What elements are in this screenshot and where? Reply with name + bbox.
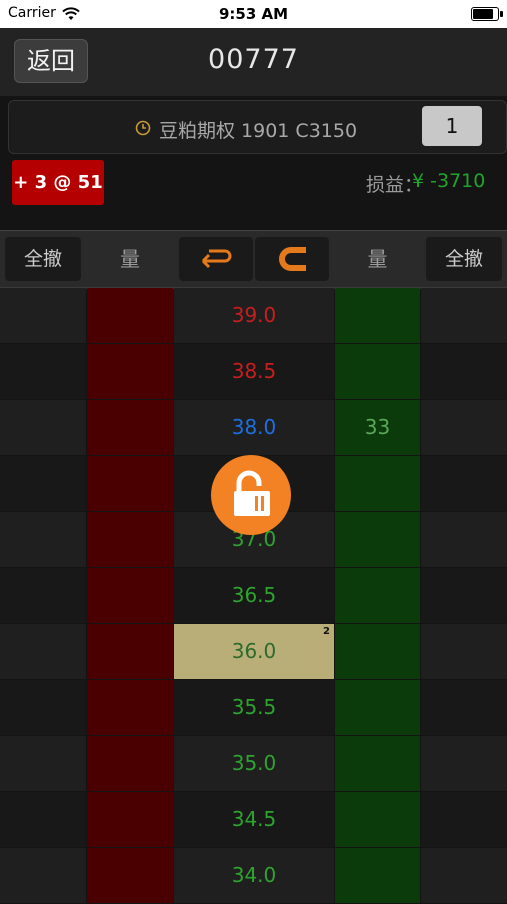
bid-volume-cell[interactable] xyxy=(335,848,420,903)
bid-volume-cell[interactable] xyxy=(335,512,420,567)
price-cell: 35.5 xyxy=(174,680,334,735)
cancel-all-sell-button[interactable]: 全撤 xyxy=(5,237,81,281)
ask-volume-cell[interactable] xyxy=(87,344,173,399)
status-bar: Carrier 9:53 AM xyxy=(0,0,507,28)
price-cell: 35.0 xyxy=(174,736,334,791)
ladder-row: 34.0 xyxy=(0,848,507,904)
ladder-row: 35.0 xyxy=(0,736,507,792)
last-trade-count: 2 xyxy=(323,626,330,637)
price-cell: 36.5 xyxy=(174,568,334,623)
bid-volume-cell[interactable] xyxy=(335,568,420,623)
sell-order-cell[interactable] xyxy=(0,456,86,511)
sell-order-cell[interactable] xyxy=(0,568,86,623)
price-cell: 39.0 xyxy=(174,288,334,343)
ladder-row: 34.5 xyxy=(0,792,507,848)
price-cell: 34.0 xyxy=(174,848,334,903)
ask-volume-cell[interactable] xyxy=(87,400,173,455)
contract-name: 豆粕期权 1901 C3150 xyxy=(159,120,358,142)
position-badge[interactable]: + 3 @ 51 xyxy=(12,160,104,205)
sell-order-cell[interactable] xyxy=(0,680,86,735)
bid-volume-cell[interactable] xyxy=(335,736,420,791)
sell-order-cell[interactable] xyxy=(0,736,86,791)
bid-volume-cell[interactable] xyxy=(335,288,420,343)
page-title: 00777 xyxy=(208,44,299,75)
center-price-button[interactable] xyxy=(255,237,329,281)
bid-volume-cell[interactable] xyxy=(335,456,420,511)
price-cell: 38.0 xyxy=(174,400,334,455)
sell-volume-header: 量 xyxy=(120,247,140,271)
ladder-row: 35.5 xyxy=(0,680,507,736)
sell-order-cell[interactable] xyxy=(0,624,86,679)
clock-icon xyxy=(135,120,151,136)
buy-order-cell[interactable] xyxy=(421,848,507,903)
buy-order-cell[interactable] xyxy=(421,512,507,567)
price-ladder: 39.0 38.5 38.0 33 37.5 37.0 36.5 xyxy=(0,288,507,903)
price-cell: 36.0 xyxy=(231,639,277,663)
ladder-row: 38.5 xyxy=(0,344,507,400)
bid-volume-cell[interactable] xyxy=(335,624,420,679)
sell-order-cell[interactable] xyxy=(0,288,86,343)
ask-volume-cell[interactable] xyxy=(87,512,173,567)
pnl-value: ¥ -3710 xyxy=(412,170,486,192)
sell-order-cell[interactable] xyxy=(0,848,86,903)
buy-order-cell[interactable] xyxy=(421,624,507,679)
ask-volume-cell[interactable] xyxy=(87,568,173,623)
buy-order-cell[interactable] xyxy=(421,288,507,343)
navigation-bar: 返回 00777 xyxy=(0,28,507,96)
undo-arrow-icon xyxy=(179,249,253,285)
ladder-row: 39.0 xyxy=(0,288,507,344)
contract-bar[interactable]: 豆粕期权 1901 C3150 1 xyxy=(8,100,507,154)
buy-order-cell[interactable] xyxy=(421,456,507,511)
ask-volume-cell[interactable] xyxy=(87,680,173,735)
clock-time: 9:53 AM xyxy=(218,5,289,23)
buy-order-cell[interactable] xyxy=(421,736,507,791)
price-cell: 38.5 xyxy=(174,344,334,399)
buy-order-cell[interactable] xyxy=(421,344,507,399)
ladder-row: 38.0 33 xyxy=(0,400,507,456)
ladder-row: 36.5 xyxy=(0,568,507,624)
battery-level xyxy=(473,9,493,19)
last-price-cell: 36.0 2 xyxy=(174,624,334,679)
order-quantity-button[interactable]: 1 xyxy=(422,106,482,146)
buy-order-cell[interactable] xyxy=(421,568,507,623)
bid-volume-cell[interactable]: 33 xyxy=(335,400,420,455)
price-cell: 34.5 xyxy=(174,792,334,847)
ask-volume-cell[interactable] xyxy=(87,624,173,679)
ladder-row: 36.0 2 xyxy=(0,624,507,680)
undo-button[interactable] xyxy=(179,237,253,281)
ask-volume-cell[interactable] xyxy=(87,288,173,343)
buy-order-cell[interactable] xyxy=(421,400,507,455)
sell-order-cell[interactable] xyxy=(0,400,86,455)
sell-order-cell[interactable] xyxy=(0,344,86,399)
unlocked-padlock-icon xyxy=(211,470,291,539)
bid-volume-cell[interactable] xyxy=(335,344,420,399)
magnet-icon xyxy=(255,247,329,285)
buy-order-cell[interactable] xyxy=(421,792,507,847)
buy-order-cell[interactable] xyxy=(421,680,507,735)
ladder-toolbar: 全撤 量 量 全撤 xyxy=(0,230,507,289)
bid-volume-cell[interactable] xyxy=(335,792,420,847)
lock-toggle-button[interactable] xyxy=(211,455,291,535)
sell-order-cell[interactable] xyxy=(0,512,86,567)
ask-volume-cell[interactable] xyxy=(87,848,173,903)
ask-volume-cell[interactable] xyxy=(87,736,173,791)
sell-order-cell[interactable] xyxy=(0,792,86,847)
cancel-all-buy-button[interactable]: 全撤 xyxy=(426,237,502,281)
buy-volume-header: 量 xyxy=(367,247,388,271)
battery-icon xyxy=(471,7,503,21)
ask-volume-cell[interactable] xyxy=(87,792,173,847)
bid-volume-cell[interactable] xyxy=(335,680,420,735)
ask-volume-cell[interactable] xyxy=(87,456,173,511)
